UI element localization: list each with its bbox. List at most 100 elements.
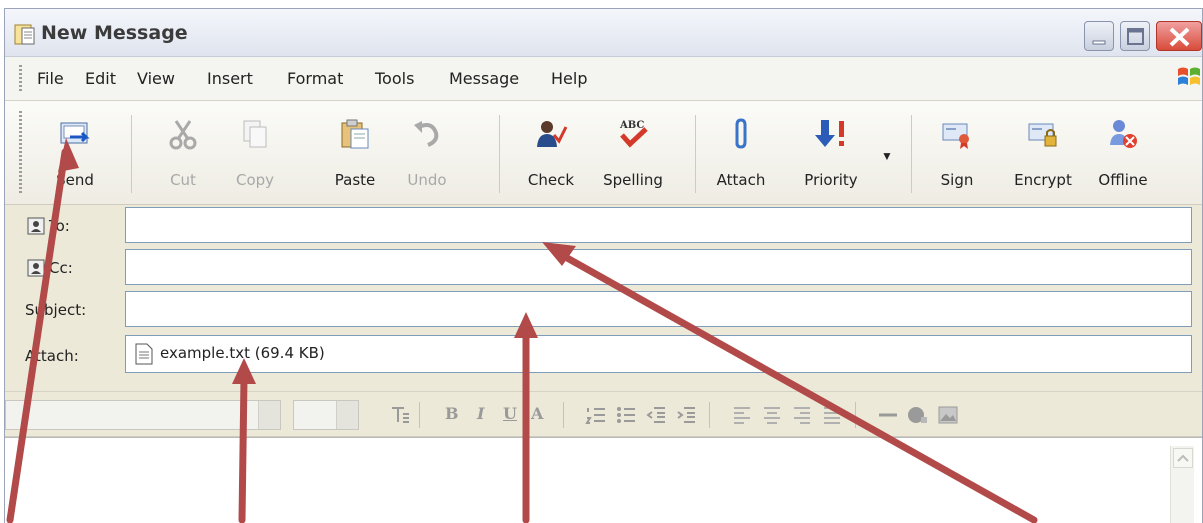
horizontal-line-icon[interactable] (877, 404, 899, 426)
check-names-icon (537, 121, 568, 147)
menu-help[interactable]: Help (551, 69, 587, 88)
chevron-down-icon (258, 401, 280, 429)
paste-button[interactable]: Paste (317, 113, 393, 197)
minimize-icon (1092, 40, 1106, 45)
menu-insert[interactable]: Insert (207, 69, 253, 88)
window-title: New Message (41, 22, 188, 44)
to-label: To: (49, 217, 70, 235)
encrypt-label: Encrypt (1014, 171, 1072, 189)
paste-label: Paste (334, 171, 376, 189)
to-field[interactable] (125, 207, 1192, 243)
encrypt-button[interactable]: Encrypt (1005, 113, 1081, 197)
sign-button[interactable]: Sign (919, 113, 995, 197)
spelling-button[interactable]: ABC Spelling (595, 113, 671, 197)
offline-icon (1110, 120, 1137, 148)
font-size-select[interactable] (293, 400, 359, 430)
subject-field[interactable] (125, 291, 1192, 327)
paragraph-style-icon[interactable] (389, 404, 411, 426)
undo-icon (414, 121, 439, 147)
attach-button[interactable]: Attach (703, 113, 779, 197)
copy-label: Copy (235, 171, 275, 189)
new-message-icon (14, 24, 35, 45)
priority-icon (815, 120, 844, 147)
address-book-icon[interactable] (27, 259, 45, 277)
windows-logo-icon (1178, 67, 1200, 85)
menu-view[interactable]: View (137, 69, 175, 88)
attachment-item[interactable]: example.txt (69.4 KB) (160, 344, 325, 362)
minimize-button[interactable] (1084, 21, 1114, 51)
toolbar-separator (499, 115, 500, 193)
align-left-icon[interactable] (731, 404, 753, 426)
toolbar-separator (131, 115, 132, 193)
cc-input[interactable] (126, 250, 1191, 284)
menu-bar: File Edit View Insert Format Tools Messa… (5, 57, 1202, 101)
check-label: Check (527, 171, 575, 189)
to-input[interactable] (126, 208, 1191, 242)
font-color-icon[interactable]: A (531, 404, 543, 423)
title-bar: New Message (5, 9, 1202, 57)
toolbar: Send Cut Copy Paste Undo Check ABC Spell… (5, 101, 1202, 205)
format-separator (709, 402, 710, 428)
sign-label: Sign (940, 171, 974, 189)
send-icon (60, 122, 90, 144)
insert-hyperlink-icon[interactable] (907, 404, 929, 426)
priority-button[interactable]: Priority (793, 113, 869, 197)
attach-field-label: Attach: (25, 347, 79, 365)
cc-field[interactable] (125, 249, 1192, 285)
format-separator (855, 402, 856, 428)
message-body[interactable] (5, 437, 1202, 523)
encrypt-icon (1028, 123, 1057, 147)
send-button[interactable]: Send (37, 113, 113, 197)
italic-icon[interactable]: I (477, 404, 484, 423)
text-file-icon (135, 343, 153, 365)
spelling-icon: ABC (619, 120, 648, 148)
format-separator (563, 402, 564, 428)
send-label: Send (56, 171, 94, 189)
undo-button[interactable]: Undo (389, 113, 465, 197)
copy-button[interactable]: Copy (217, 113, 293, 197)
bold-icon[interactable]: B (445, 404, 459, 423)
decrease-indent-icon[interactable] (645, 404, 667, 426)
font-family-select[interactable] (5, 400, 281, 430)
formatting-toolbar: B I U A (5, 391, 1202, 437)
maximize-button[interactable] (1120, 21, 1150, 51)
numbered-list-icon[interactable] (585, 404, 607, 426)
format-separator (419, 402, 420, 428)
close-button[interactable] (1156, 21, 1202, 51)
toolbar-grip (19, 111, 22, 195)
scroll-up-button[interactable] (1173, 448, 1193, 468)
insert-picture-icon[interactable] (937, 404, 959, 426)
menu-edit[interactable]: Edit (85, 69, 116, 88)
increase-indent-icon[interactable] (675, 404, 697, 426)
menu-grip (19, 65, 22, 93)
attach-label: Attach (716, 171, 766, 189)
spelling-label: Spelling (603, 171, 663, 189)
close-icon (1169, 27, 1190, 47)
subject-label: Subject: (25, 301, 87, 319)
align-right-icon[interactable] (791, 404, 813, 426)
toolbar-separator (911, 115, 912, 193)
address-book-icon[interactable] (27, 217, 45, 235)
priority-dropdown-icon[interactable]: ▼ (881, 149, 893, 163)
subject-input[interactable] (126, 292, 1191, 326)
check-button[interactable]: Check (513, 113, 589, 197)
menu-format[interactable]: Format (287, 69, 343, 88)
toolbar-separator (695, 115, 696, 193)
underline-icon[interactable]: U (503, 404, 517, 423)
priority-label: Priority (804, 171, 858, 189)
vertical-scrollbar[interactable] (1170, 446, 1194, 523)
menu-file[interactable]: File (37, 69, 64, 88)
cut-button[interactable]: Cut (145, 113, 221, 197)
attach-field[interactable]: example.txt (69.4 KB) (125, 335, 1192, 373)
bullet-list-icon[interactable] (615, 404, 637, 426)
cut-label: Cut (170, 171, 196, 189)
offline-button[interactable]: Offline (1085, 113, 1161, 197)
justify-icon[interactable] (821, 404, 843, 426)
undo-label: Undo (407, 171, 447, 189)
menu-tools[interactable]: Tools (375, 69, 414, 88)
menu-message[interactable]: Message (449, 69, 519, 88)
paste-icon (341, 119, 369, 149)
maximize-icon (1127, 28, 1144, 45)
align-center-icon[interactable] (761, 404, 783, 426)
svg-text:ABC: ABC (619, 120, 644, 131)
